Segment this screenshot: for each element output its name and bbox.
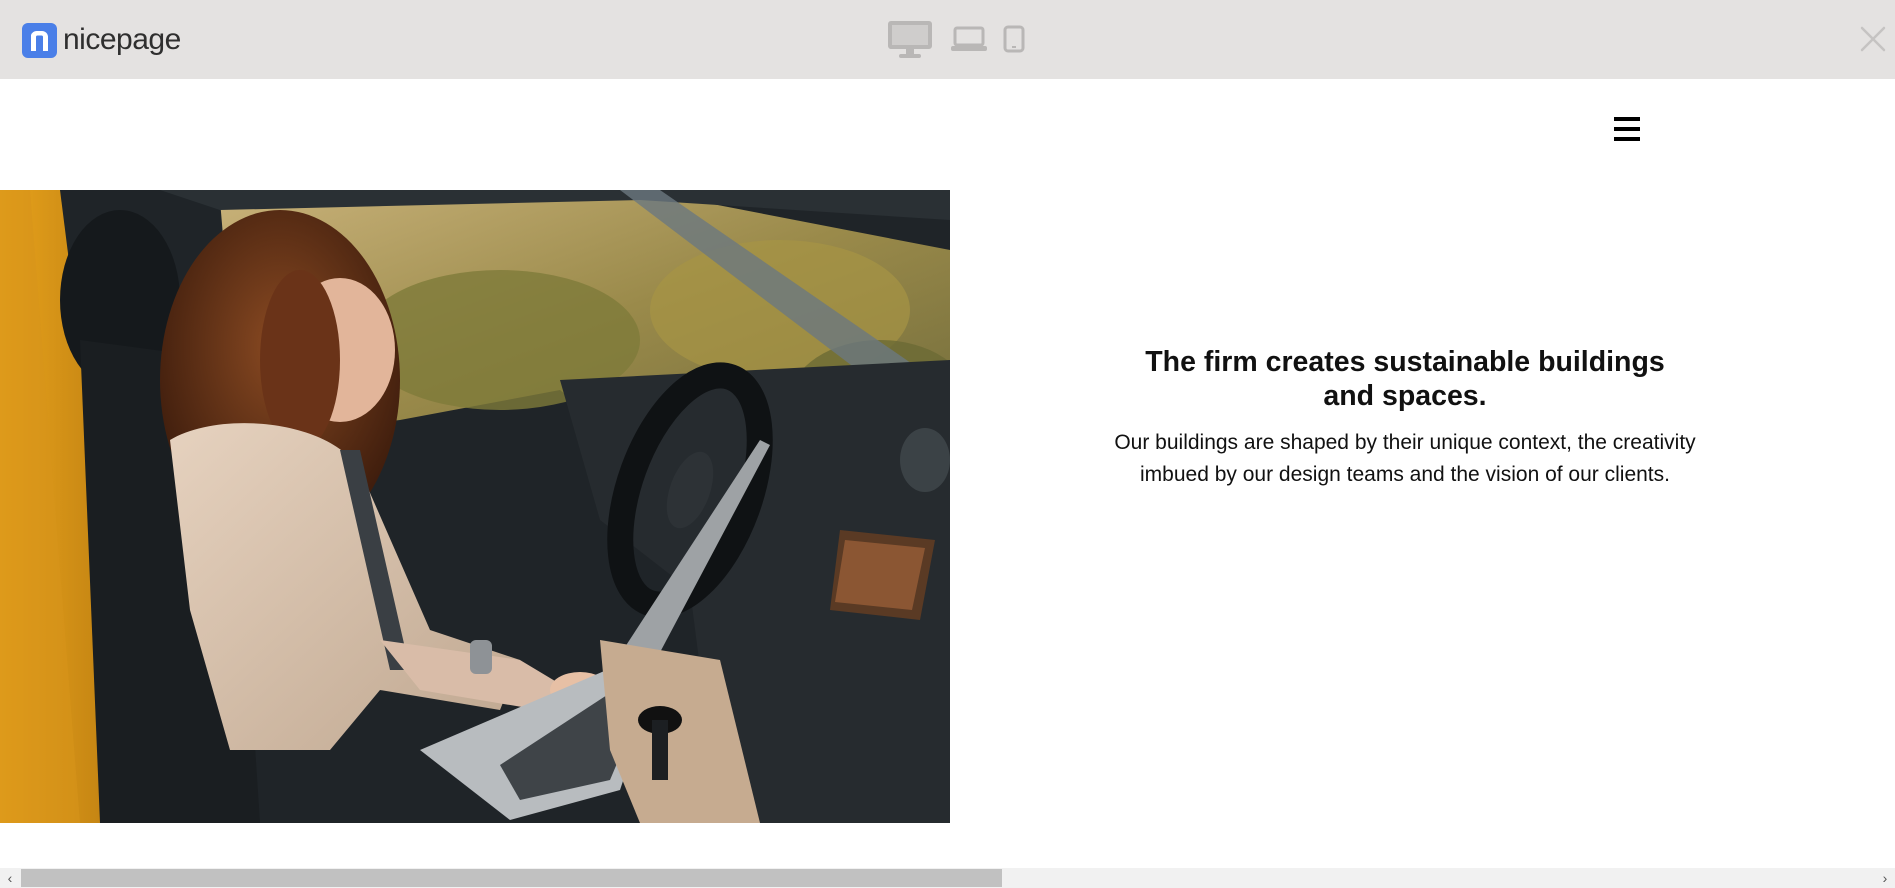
scroll-right-icon[interactable]: › — [1875, 868, 1895, 888]
nicepage-logo[interactable]: nicepage — [22, 22, 181, 58]
brand-name: nicepage — [63, 23, 181, 56]
preview-toolbar: nicepage — [0, 0, 1895, 79]
laptop-icon[interactable] — [950, 26, 988, 57]
scroll-thumb[interactable] — [21, 869, 1002, 887]
hero-image — [0, 190, 950, 823]
desktop-icon[interactable] — [886, 19, 934, 64]
hero-text-block: The firm creates sustainable buildings a… — [1090, 345, 1720, 491]
hero-title: The firm creates sustainable buildings a… — [1145, 346, 1665, 412]
hamburger-menu-icon[interactable] — [1612, 114, 1642, 144]
logo-icon — [22, 22, 57, 58]
scroll-left-icon[interactable]: ‹ — [0, 868, 20, 888]
tablet-icon[interactable] — [1003, 25, 1025, 58]
close-icon[interactable] — [1858, 24, 1888, 54]
hero-body: Our buildings are shaped by their unique… — [1114, 431, 1696, 486]
horizontal-scrollbar[interactable]: ‹ › — [0, 868, 1895, 888]
